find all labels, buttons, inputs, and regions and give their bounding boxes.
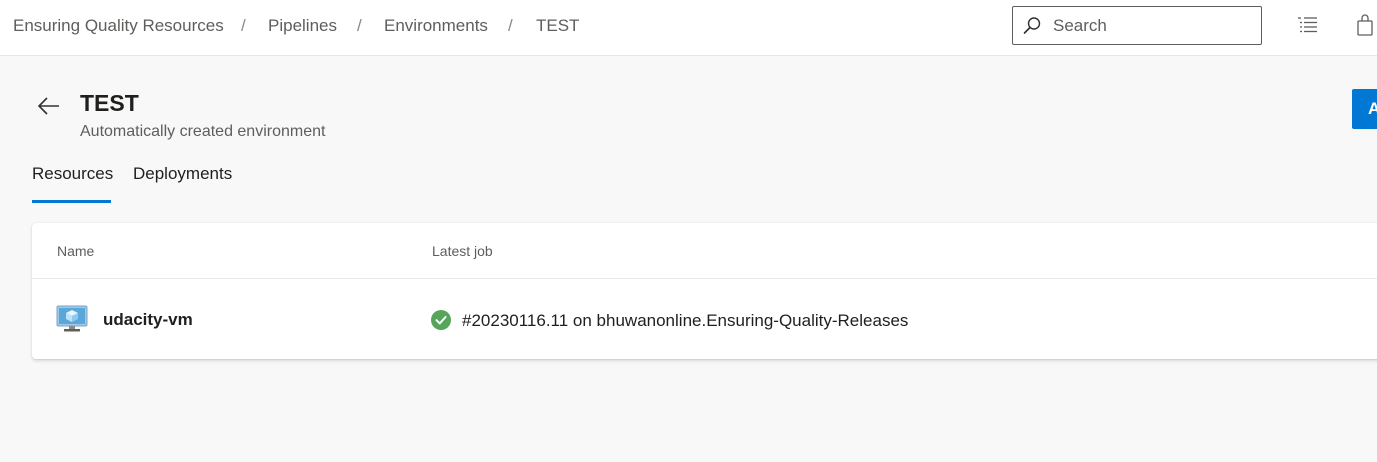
task-list-icon[interactable] [1297, 14, 1319, 36]
breadcrumb-current[interactable]: TEST [536, 16, 579, 36]
top-bar: Ensuring Quality Resources / Pipelines /… [0, 0, 1377, 56]
search-box[interactable] [1012, 6, 1262, 45]
add-resource-button[interactable]: A [1352, 89, 1377, 129]
tab-resources[interactable]: Resources [32, 164, 113, 184]
virtual-machine-icon [56, 305, 88, 332]
breadcrumb-pipelines[interactable]: Pipelines [268, 16, 337, 36]
tab-deployments[interactable]: Deployments [133, 164, 232, 184]
search-icon [1023, 17, 1041, 34]
selected-tab-indicator [32, 200, 111, 203]
breadcrumb-project[interactable]: Ensuring Quality Resources [13, 16, 224, 36]
breadcrumb-separator: / [508, 16, 513, 35]
column-header-name[interactable]: Name [57, 243, 94, 259]
shopping-bag-icon[interactable] [1356, 14, 1374, 38]
latest-job-link[interactable]: #20230116.11 on bhuwanonline.Ensuring-Qu… [462, 311, 908, 331]
breadcrumb-separator: / [241, 16, 246, 35]
resources-table: Name Latest job udacity-vm #20230116.11 … [32, 223, 1377, 359]
success-check-icon [431, 310, 451, 330]
page-title: TEST [80, 90, 139, 116]
page-subtitle: Automatically created environment [80, 123, 326, 140]
search-input[interactable] [1053, 15, 1253, 37]
breadcrumb-environments[interactable]: Environments [384, 16, 488, 36]
back-arrow-icon[interactable] [36, 94, 62, 118]
resource-name[interactable]: udacity-vm [103, 310, 193, 330]
breadcrumb-separator: / [357, 16, 362, 35]
table-row[interactable]: udacity-vm #20230116.11 on bhuwanonline.… [32, 279, 1377, 359]
column-header-latest-job[interactable]: Latest job [432, 243, 493, 259]
